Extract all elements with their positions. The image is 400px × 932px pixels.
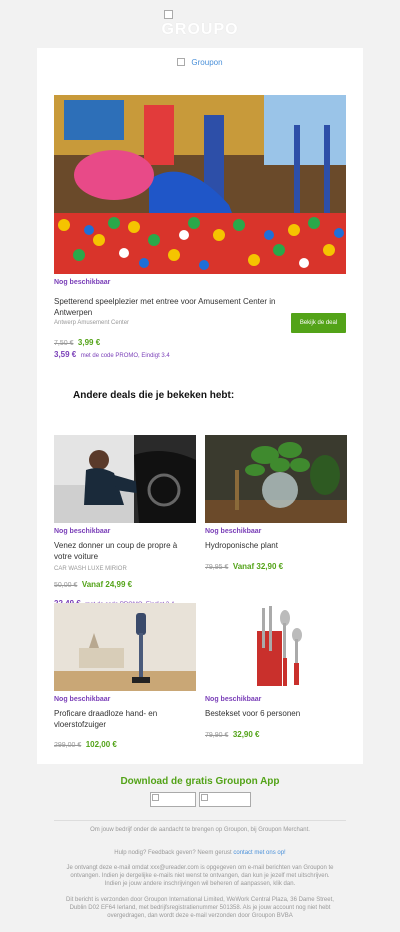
- download-app-title: Download de gratis Groupon App: [120, 776, 280, 787]
- new-price: Vanaf 24,99 €: [81, 580, 133, 589]
- deal-price: 50,00 € Vanaf 24,99 €: [54, 574, 196, 592]
- google-play-badge[interactable]: [199, 792, 251, 807]
- email-header: GROUPO: [0, 0, 400, 48]
- availability-label: Nog beschikbaar: [54, 279, 111, 286]
- main-deal-image[interactable]: [54, 95, 346, 274]
- old-price: 79,90 €: [205, 732, 229, 739]
- deal-image-car-wash[interactable]: [54, 435, 196, 523]
- view-deal-button[interactable]: Bekijk de deal: [291, 313, 346, 333]
- deal-tile[interactable]: Nog beschikbaar Hydroponische plant 79,9…: [205, 435, 347, 574]
- availability-label: Nog beschikbaar: [205, 528, 262, 535]
- deal-merchant: CAR WASH LUXE MIRIOR: [54, 566, 127, 572]
- promo-price: 3,59 €: [54, 350, 77, 359]
- email-card: Groupon Nog beschikbaar Spetterend speel…: [37, 48, 363, 764]
- subscription-notice: Je ontvangt deze e-mail omdat xxx@ureade…: [66, 865, 334, 887]
- deal-title[interactable]: Bestekset voor 6 personen: [205, 708, 347, 719]
- section-title: Andere deals die je bekeken hebt:: [73, 390, 235, 401]
- main-deal-merchant: Antwerp Amusement Center: [54, 320, 130, 326]
- availability-label: Nog beschikbaar: [205, 696, 262, 703]
- old-price: 79,95 €: [205, 564, 229, 571]
- old-price: 299,00 €: [54, 742, 82, 749]
- deal-image-cutlery[interactable]: [205, 603, 347, 691]
- old-price: 50,00 €: [54, 582, 78, 589]
- new-price: Vanaf 32,90 €: [232, 562, 284, 571]
- contact-link[interactable]: contact met ons op!: [233, 850, 285, 856]
- groupon-logo-image[interactable]: Groupon: [129, 58, 271, 67]
- app-store-badge[interactable]: [150, 792, 196, 807]
- promo-text: met de code PROMO, Eindigt 3.4: [80, 353, 170, 359]
- deal-price: 79,90 € 32,90 €: [205, 724, 347, 742]
- deal-price: 79,95 € Vanaf 32,90 €: [205, 556, 347, 574]
- deal-image-vacuum[interactable]: [54, 603, 196, 691]
- merchant-line: Om jouw bedrijf onder de aandacht te bre…: [90, 827, 310, 833]
- groupon-logo[interactable]: GROUPO: [0, 21, 400, 39]
- deal-title[interactable]: Hydroponische plant: [205, 540, 347, 551]
- deal-title[interactable]: Proficare draadloze hand- en vloerstofzu…: [54, 708, 196, 730]
- new-price: 32,90 €: [232, 730, 260, 739]
- availability-label: Nog beschikbaar: [54, 696, 111, 703]
- deal-image-plant[interactable]: [205, 435, 347, 523]
- broken-image-icon: [201, 794, 208, 801]
- deal-tile[interactable]: Nog beschikbaar Proficare draadloze hand…: [54, 603, 196, 752]
- main-deal-title[interactable]: Spetterend speelplezier met entree voor …: [54, 296, 289, 318]
- deal-tile[interactable]: Nog beschikbaar Venez donner un coup de …: [54, 435, 196, 611]
- broken-image-icon: [152, 794, 159, 801]
- main-deal-promo: 3,59 € met de code PROMO, Eindigt 3.4: [54, 344, 170, 362]
- availability-label: Nog beschikbaar: [54, 528, 111, 535]
- broken-image-icon: [164, 10, 173, 19]
- help-text: Hulp nodig? Feedback geven? Neem gerust: [114, 850, 232, 856]
- broken-image-icon: [177, 58, 186, 66]
- sender-notice: Dit bericht is verzonden door Groupon In…: [66, 897, 334, 919]
- deal-price: 299,00 € 102,00 €: [54, 734, 196, 752]
- help-line: Hulp nodig? Feedback geven? Neem gerust …: [64, 849, 336, 857]
- deal-tile[interactable]: Nog beschikbaar Bestekset voor 6 persone…: [205, 603, 347, 742]
- new-price: 102,00 €: [85, 740, 117, 749]
- footer-divider: [54, 820, 346, 821]
- deal-title[interactable]: Venez donner un coup de propre à votre v…: [54, 540, 196, 562]
